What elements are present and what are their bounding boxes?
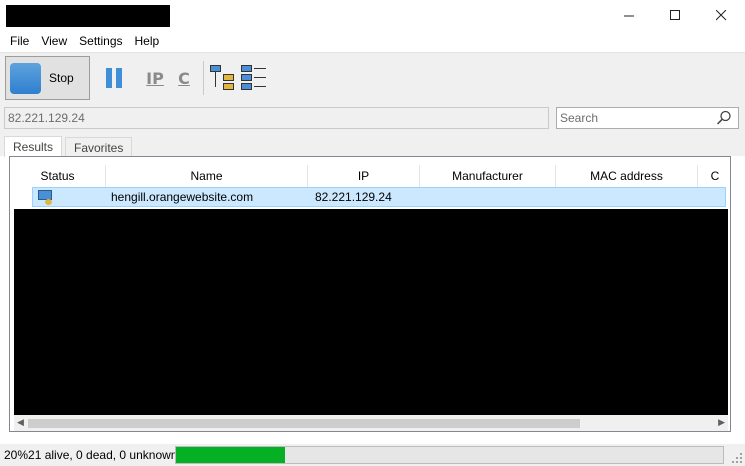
host-alive-icon [37, 189, 55, 205]
column-name[interactable]: Name [106, 165, 308, 189]
tab-results[interactable]: Results [4, 136, 63, 157]
row-name: hengill.orangewebsite.com [111, 190, 254, 204]
sort-up-icon: ^ [54, 165, 58, 167]
scroll-left-icon[interactable]: ◀ [17, 417, 24, 428]
minimize-icon [623, 15, 634, 16]
horizontal-scrollbar[interactable]: ◀ ▶ [14, 415, 728, 431]
menu-help[interactable]: Help [129, 30, 166, 52]
scrollbar-thumb[interactable] [28, 419, 580, 428]
tab-bar: Results Favorites [0, 134, 745, 157]
title-bar [0, 0, 745, 30]
toolbar-separator [203, 61, 204, 95]
table-row[interactable]: hengill.orangewebsite.com 82.221.129.24 [32, 187, 726, 207]
expand-tree-icon[interactable] [210, 65, 236, 91]
search-icon[interactable] [716, 110, 732, 126]
list-view-icon[interactable] [241, 65, 267, 91]
redacted-title [6, 5, 170, 27]
stop-button[interactable]: Stop [5, 56, 90, 100]
scan-progress-bar [175, 446, 724, 464]
column-ip[interactable]: IP [308, 165, 420, 189]
status-bar: 20%21 alive, 0 dead, 0 unknown [0, 444, 745, 466]
column-mac-address[interactable]: MAC address [556, 165, 698, 189]
column-status[interactable]: ^ Status [10, 165, 106, 189]
scroll-right-icon[interactable]: ▶ [718, 417, 725, 428]
pause-button[interactable] [104, 67, 124, 89]
ip-range-button[interactable]: IP [143, 65, 167, 91]
close-button[interactable] [698, 0, 744, 30]
class-c-button[interactable]: C [172, 65, 196, 91]
address-bar: 82.221.129.24 [0, 102, 745, 134]
redacted-results [14, 209, 728, 415]
toolbar: Stop IP C [0, 52, 745, 102]
stop-icon [10, 62, 41, 94]
search-input[interactable] [557, 108, 712, 128]
maximize-button[interactable] [652, 0, 698, 30]
stop-label: Stop [49, 71, 74, 85]
status-text: 20%21 alive, 0 dead, 0 unknown [4, 448, 178, 462]
minimize-button[interactable] [606, 0, 652, 30]
pause-icon [106, 68, 112, 88]
menu-view[interactable]: View [35, 30, 73, 52]
tab-favorites[interactable]: Favorites [65, 137, 133, 157]
search-box[interactable] [556, 107, 739, 129]
row-ip: 82.221.129.24 [315, 190, 392, 204]
menu-file[interactable]: File [4, 30, 35, 52]
column-c[interactable]: C [698, 165, 730, 189]
close-icon [715, 9, 726, 20]
menu-settings[interactable]: Settings [73, 30, 128, 52]
column-header: ^ Status Name IP Manufacturer MAC addres… [10, 165, 730, 189]
maximize-icon [669, 9, 680, 20]
column-manufacturer[interactable]: Manufacturer [420, 165, 556, 189]
ip-address-field[interactable]: 82.221.129.24 [4, 107, 549, 129]
menu-bar: File View Settings Help [0, 30, 745, 52]
results-list[interactable]: ^ Status Name IP Manufacturer MAC addres… [9, 156, 731, 432]
progress-fill [176, 447, 285, 463]
resize-grip-icon[interactable] [731, 452, 743, 464]
